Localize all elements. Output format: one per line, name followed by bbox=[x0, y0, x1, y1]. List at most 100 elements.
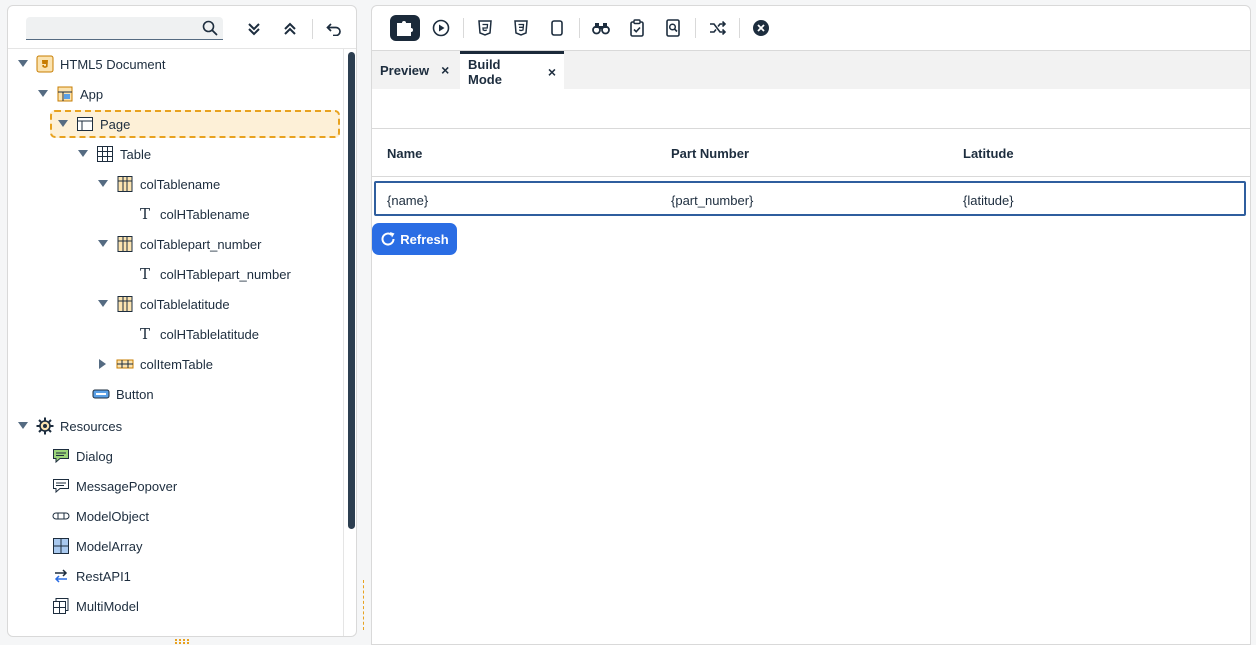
caret-down-icon[interactable] bbox=[96, 237, 110, 251]
panel-splitter[interactable] bbox=[363, 580, 365, 630]
tree-node-colhtablename[interactable]: T colHTablename bbox=[136, 199, 250, 229]
cell-latitude: {latitude} bbox=[963, 193, 1014, 208]
caret-right-icon[interactable] bbox=[96, 357, 110, 371]
tree-node-label: RestAPI1 bbox=[76, 569, 131, 584]
tab-build-mode[interactable]: Build Mode × bbox=[460, 51, 564, 89]
shuffle-icon bbox=[709, 21, 727, 35]
canvas-header-area bbox=[372, 89, 1250, 129]
caret-down-icon[interactable] bbox=[16, 57, 30, 71]
chevrons-down-icon bbox=[247, 22, 261, 36]
close-icon[interactable]: × bbox=[548, 64, 556, 80]
toolbar-divider bbox=[463, 18, 464, 38]
tree-node-label: colTablepart_number bbox=[140, 237, 261, 252]
text-icon: T bbox=[136, 205, 154, 223]
search-icon[interactable] bbox=[201, 19, 219, 37]
column-header-name[interactable]: Name bbox=[387, 146, 422, 161]
column-icon bbox=[116, 295, 134, 313]
tree-node-app[interactable]: App bbox=[36, 79, 103, 109]
multi-model-icon bbox=[52, 597, 70, 615]
model-object-icon bbox=[52, 507, 70, 525]
column-header-part-number[interactable]: Part Number bbox=[671, 146, 749, 161]
css-button[interactable] bbox=[507, 15, 535, 41]
collapse-all-button[interactable] bbox=[278, 17, 302, 41]
toolbar-divider bbox=[579, 18, 580, 38]
button-icon bbox=[92, 385, 110, 403]
html-button[interactable] bbox=[471, 15, 499, 41]
tree-node-label: colHTablepart_number bbox=[160, 267, 291, 282]
tree-node-button[interactable]: Button bbox=[92, 379, 154, 409]
components-button[interactable] bbox=[390, 15, 420, 41]
refresh-button[interactable]: Refresh bbox=[372, 223, 457, 255]
tree-node-colhtablepart-number[interactable]: T colHTablepart_number bbox=[136, 259, 291, 289]
outline-scrollbar[interactable] bbox=[343, 49, 357, 636]
tree-node-resources[interactable]: Resources bbox=[16, 411, 122, 441]
binoculars-icon bbox=[592, 21, 610, 35]
resize-grip-icon[interactable] bbox=[174, 638, 190, 645]
column-icon bbox=[116, 235, 134, 253]
tree-node-coltablename[interactable]: colTablename bbox=[96, 169, 220, 199]
undo-button[interactable] bbox=[322, 17, 346, 41]
tab-label: Preview bbox=[380, 63, 429, 78]
outline-toolbar bbox=[8, 6, 356, 49]
components-icon bbox=[395, 19, 415, 37]
message-icon bbox=[52, 477, 70, 495]
editor-toolbar bbox=[372, 6, 1250, 51]
tree-node-html5-document[interactable]: HTML5 Document bbox=[16, 49, 165, 79]
table-row[interactable]: {name} {part_number} {latitude} bbox=[374, 181, 1246, 216]
tree-node-label: MultiModel bbox=[76, 599, 139, 614]
tree-node-label: ModelObject bbox=[76, 509, 149, 524]
tree-node-multimodel[interactable]: MultiModel bbox=[52, 591, 139, 621]
tree-node-label: Page bbox=[100, 117, 130, 132]
tree-node-messagepopover[interactable]: MessagePopover bbox=[52, 471, 177, 501]
outline-tree: HTML5 Document App Page Table colTablena… bbox=[8, 49, 342, 636]
caret-down-icon[interactable] bbox=[96, 297, 110, 311]
tree-node-colhtablelatitude[interactable]: T colHTablelatitude bbox=[136, 319, 259, 349]
caret-down-icon[interactable] bbox=[76, 147, 90, 161]
close-button[interactable] bbox=[747, 15, 775, 41]
app-icon bbox=[56, 85, 74, 103]
device-button[interactable] bbox=[543, 15, 571, 41]
tree-node-page[interactable]: Page bbox=[50, 110, 340, 138]
tree-node-colitemtable[interactable]: colItemTable bbox=[96, 349, 213, 379]
tree-node-label: ModelArray bbox=[76, 539, 142, 554]
tree-node-modelarray[interactable]: ModelArray bbox=[52, 531, 142, 561]
gear-icon bbox=[36, 417, 54, 435]
tree-node-coltablelatitude[interactable]: colTablelatitude bbox=[96, 289, 230, 319]
shuffle-button[interactable] bbox=[704, 15, 732, 41]
tree-node-table[interactable]: Table bbox=[76, 139, 151, 169]
cell-part-number: {part_number} bbox=[671, 193, 753, 208]
caret-down-icon[interactable] bbox=[96, 177, 110, 191]
find-button[interactable] bbox=[587, 15, 615, 41]
dialog-icon bbox=[52, 447, 70, 465]
tree-node-label: colHTablelatitude bbox=[160, 327, 259, 342]
run-button[interactable] bbox=[427, 15, 455, 41]
tree-node-label: colItemTable bbox=[140, 357, 213, 372]
caret-down-icon[interactable] bbox=[56, 117, 70, 131]
row-icon bbox=[116, 355, 134, 373]
expand-all-button[interactable] bbox=[242, 17, 266, 41]
device-icon bbox=[551, 20, 563, 36]
tree-node-restapi1[interactable]: RestAPI1 bbox=[52, 561, 131, 591]
editor-panel: Preview × Build Mode × Name Part Number … bbox=[371, 5, 1251, 645]
caret-down-icon[interactable] bbox=[16, 419, 30, 433]
model-array-icon bbox=[52, 537, 70, 555]
search-input[interactable] bbox=[26, 17, 223, 40]
tab-preview[interactable]: Preview × bbox=[372, 51, 457, 89]
tree-node-label: Dialog bbox=[76, 449, 113, 464]
column-header-latitude[interactable]: Latitude bbox=[963, 146, 1014, 161]
tree-node-coltablepart-number[interactable]: colTablepart_number bbox=[96, 229, 261, 259]
tree-node-label: Table bbox=[120, 147, 151, 162]
outline-panel: HTML5 Document App Page Table colTablena… bbox=[7, 5, 357, 637]
inspect-button[interactable] bbox=[659, 15, 687, 41]
play-icon bbox=[432, 19, 450, 37]
tree-node-modelobject[interactable]: ModelObject bbox=[52, 501, 149, 531]
chevrons-up-icon bbox=[283, 22, 297, 36]
caret-down-icon[interactable] bbox=[36, 87, 50, 101]
tree-node-dialog[interactable]: Dialog bbox=[52, 441, 113, 471]
scrollbar-thumb[interactable] bbox=[348, 52, 355, 529]
clipboard-check-icon bbox=[629, 19, 645, 37]
validate-button[interactable] bbox=[623, 15, 651, 41]
close-icon[interactable]: × bbox=[441, 62, 449, 78]
toolbar-divider bbox=[695, 18, 696, 38]
toolbar-divider bbox=[739, 18, 740, 38]
